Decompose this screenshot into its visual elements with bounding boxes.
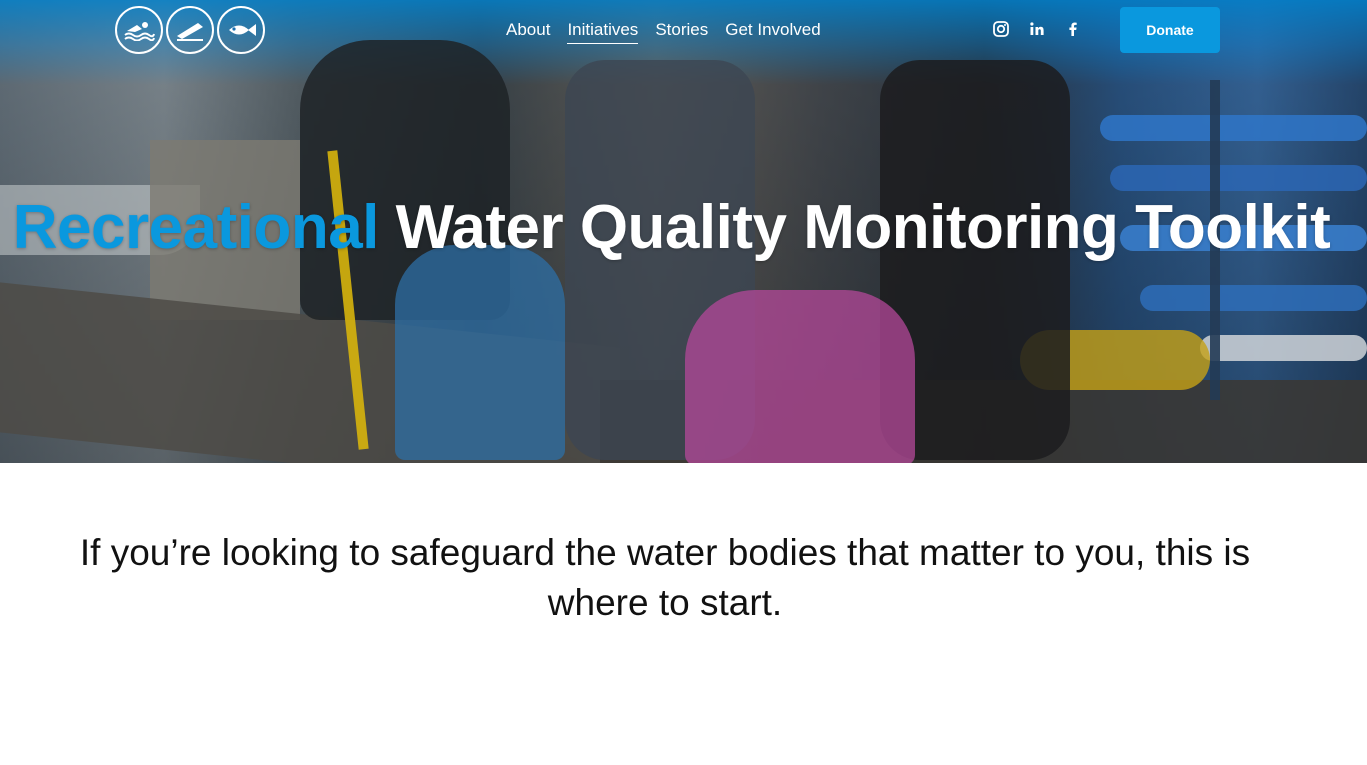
page-title-rest: Water Quality Monitoring Toolkit (378, 193, 1331, 262)
nav-about[interactable]: About (506, 20, 550, 44)
instagram-icon[interactable] (992, 20, 1010, 38)
swimmer-icon (115, 6, 163, 54)
nav-initiatives[interactable]: Initiatives (567, 20, 639, 44)
linkedin-icon[interactable] (1028, 20, 1046, 38)
page-title: Recreational Water Quality Monitoring To… (0, 192, 1343, 264)
background-paddleboard (1110, 165, 1367, 191)
site-logo[interactable] (115, 6, 265, 54)
hero-banner: About Initiatives Stories Get Involved D (0, 0, 1367, 463)
background-person (685, 290, 915, 463)
background-paddleboard (1200, 335, 1367, 361)
background-paddleboard (1100, 115, 1367, 141)
page-title-accent: Recreational (12, 193, 380, 262)
fish-icon (217, 6, 265, 54)
intro-text: If you’re looking to safeguard the water… (79, 532, 1251, 623)
nav-stories[interactable]: Stories (655, 20, 708, 44)
donate-button[interactable]: Donate (1120, 7, 1220, 53)
facebook-icon[interactable] (1064, 20, 1082, 38)
background-paddleboard (1140, 285, 1367, 311)
nav-get-involved[interactable]: Get Involved (725, 20, 820, 44)
surfboard-icon (166, 6, 214, 54)
social-links (992, 20, 1082, 38)
background-person (395, 245, 565, 460)
main-nav: About Initiatives Stories Get Involved (506, 20, 821, 44)
